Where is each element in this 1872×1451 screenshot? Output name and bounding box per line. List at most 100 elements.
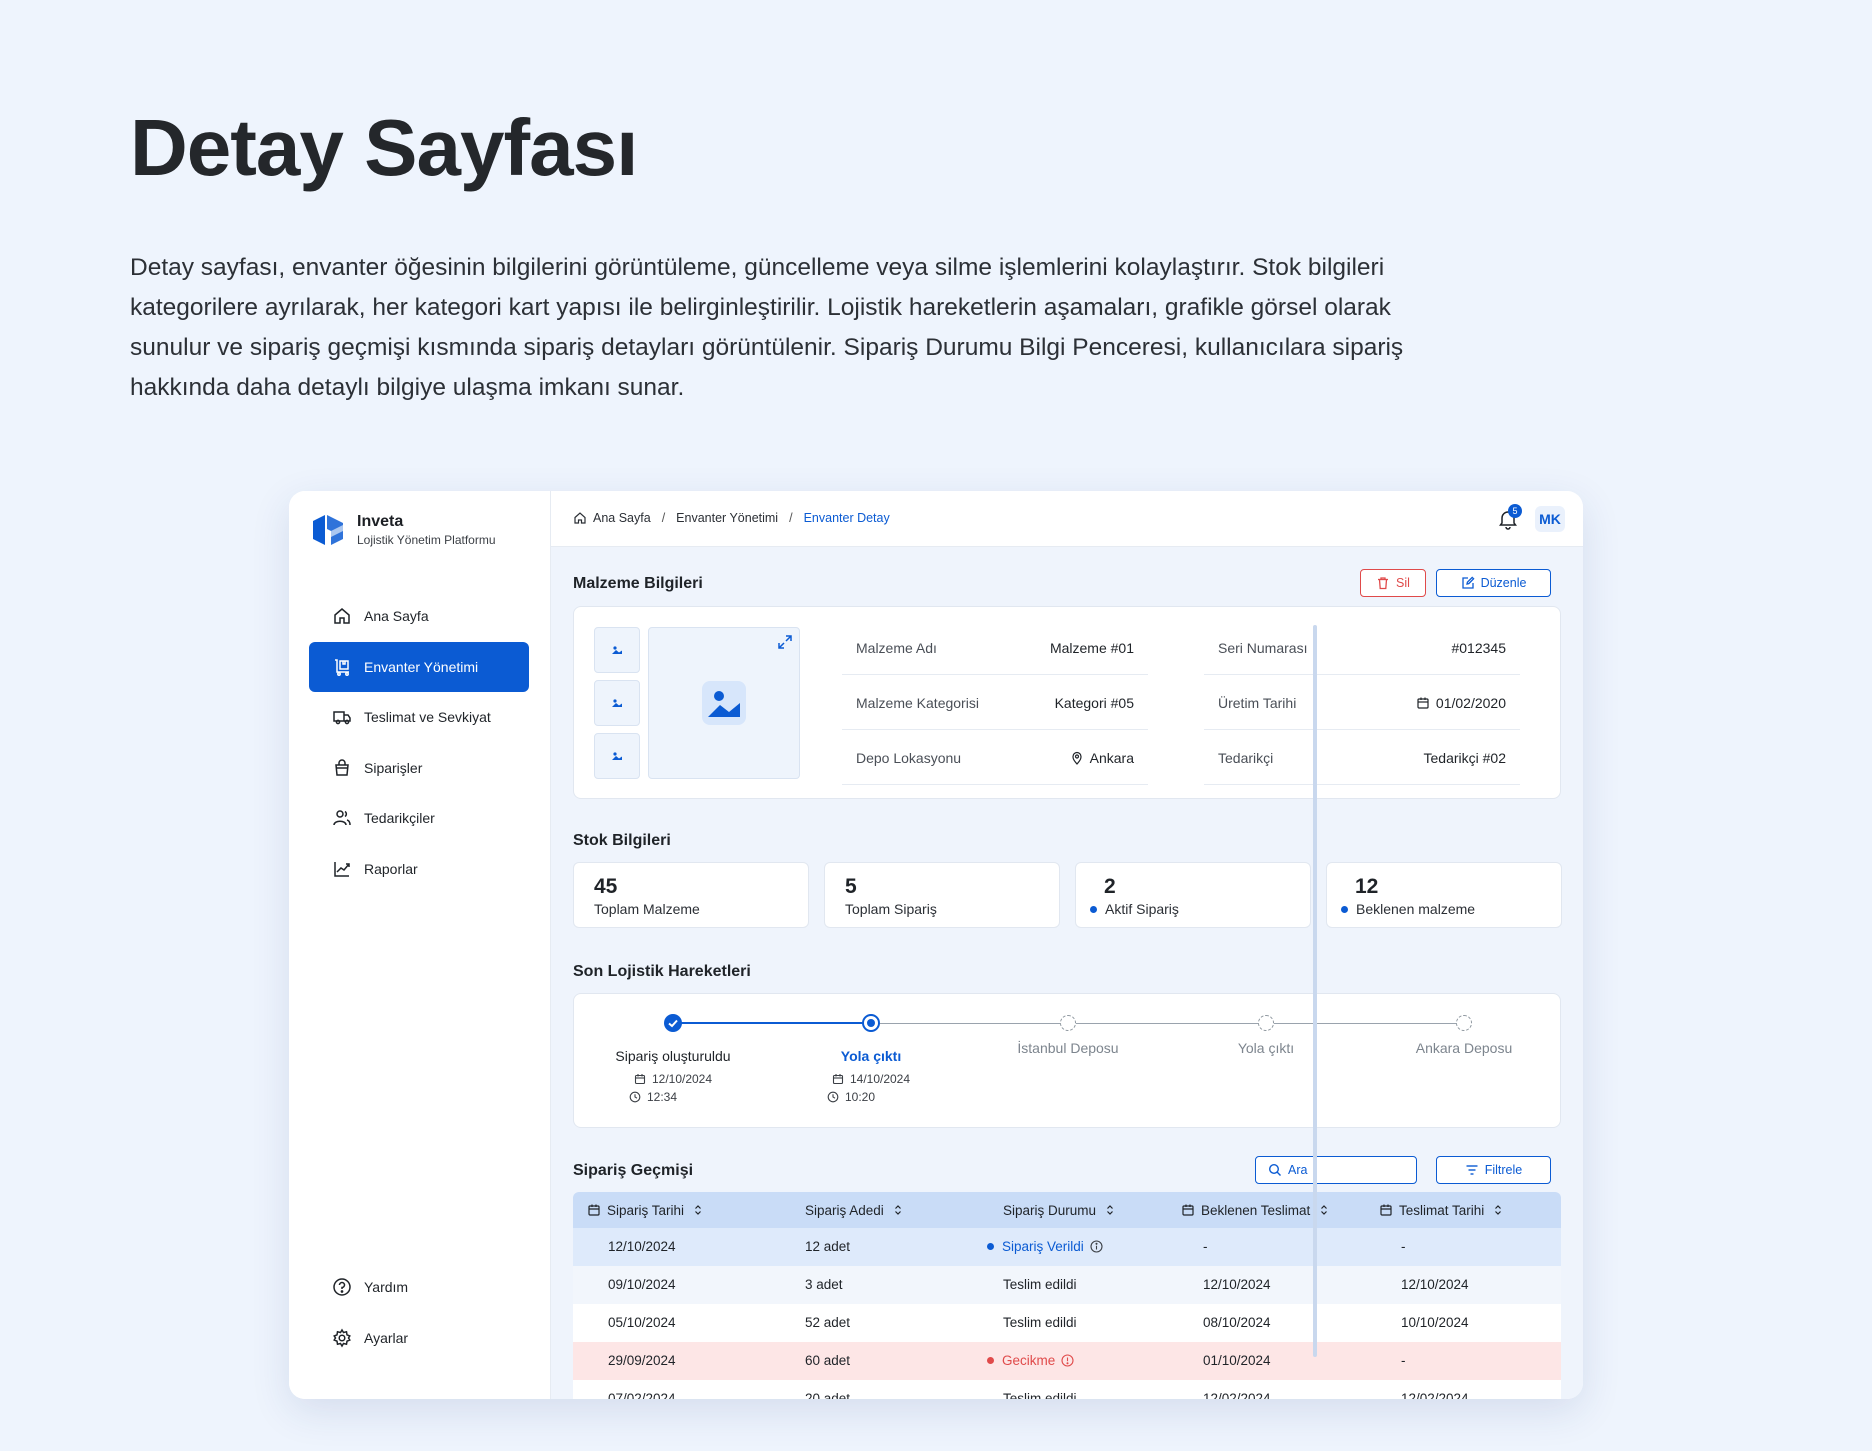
field-value-text: Malzeme #01	[1049, 639, 1134, 656]
thumbnail-1[interactable]	[594, 627, 640, 673]
breadcrumb-envanter-yonetimi[interactable]: Envanter Yönetimi	[676, 511, 778, 525]
scrollbar[interactable]	[1313, 625, 1317, 1357]
sidebar-item-yardim[interactable]: Yardım	[309, 1262, 529, 1312]
table-row[interactable]: 29/09/2024 60 adet Gecikme 01/10/2024 -	[573, 1342, 1561, 1380]
sidebar-item-raporlar[interactable]: Raporlar	[309, 844, 529, 894]
column-label: Sipariş Adedi	[805, 1202, 884, 1218]
table-row[interactable]: 09/10/2024 3 adet Teslim edildi 12/10/20…	[573, 1266, 1561, 1304]
thumbnail-3[interactable]	[594, 733, 640, 779]
brand-name: Inveta	[357, 513, 404, 530]
sort-icon	[1492, 1204, 1504, 1216]
chart-icon	[332, 859, 352, 879]
logistics-timeline: Sipariş oluşturuldu 12/10/2024 12:34 Yol…	[573, 993, 1561, 1128]
field-label: Tedarikçi	[1218, 749, 1274, 766]
cell-qty: 60 adet	[805, 1353, 851, 1368]
column-header-beklenen-teslimat[interactable]: Beklenen Teslimat	[1181, 1203, 1330, 1218]
field-value-text: Tedarikçi #02	[1423, 749, 1507, 766]
timeline-date: 14/10/2024	[781, 1072, 961, 1086]
calendar-icon	[1181, 1203, 1195, 1217]
timeline-label: İstanbul Deposu	[1017, 1040, 1119, 1056]
cell-qty: 12 adet	[805, 1239, 851, 1254]
check-icon	[668, 1019, 678, 1028]
sidebar-item-ana-sayfa[interactable]: Ana Sayfa	[309, 591, 529, 641]
logistics-section-title: Son Lojistik Hareketleri	[573, 963, 751, 980]
stat-label: Aktif Sipariş	[1090, 901, 1179, 917]
stat-label-text: Toplam Sipariş	[845, 901, 937, 917]
column-label: Sipariş Tarihi	[607, 1202, 685, 1218]
table-row[interactable]: 05/10/2024 52 adet Teslim edildi 08/10/2…	[573, 1304, 1561, 1342]
breadcrumb-envanter-detay: Envanter Detay	[803, 511, 890, 525]
status-text: Gecikme	[1002, 1353, 1056, 1368]
edit-icon	[1461, 576, 1475, 590]
cell-status: Sipariş Verildi	[987, 1239, 1103, 1254]
field-value-text: Kategori #05	[1054, 694, 1134, 711]
sidebar-item-label: Tedarikçiler	[364, 810, 435, 826]
image-icon	[612, 646, 622, 654]
timeline-segment-done	[673, 1022, 871, 1024]
field-label: Üretim Tarihi	[1218, 694, 1297, 711]
breadcrumb-ana-sayfa[interactable]: Ana Sayfa	[593, 511, 651, 525]
timeline-node-pending	[1060, 1015, 1076, 1031]
gear-icon	[332, 1328, 352, 1348]
breadcrumb-separator: /	[789, 511, 793, 525]
orders-table: Sipariş Tarihi Sipariş Adedi Sipariş Dur…	[573, 1192, 1561, 1399]
search-input[interactable]: Ara	[1255, 1156, 1417, 1184]
delete-button[interactable]: Sil	[1360, 569, 1426, 597]
clock-icon	[827, 1091, 839, 1103]
timeline-label: Yola çıktı	[1237, 1040, 1295, 1056]
inventory-icon	[332, 657, 352, 677]
sidebar-item-tedarikciler[interactable]: Tedarikçiler	[309, 793, 529, 843]
location-icon	[1070, 751, 1084, 765]
cell-order-date: 09/10/2024	[608, 1277, 676, 1292]
filter-button[interactable]: Filtrele	[1436, 1156, 1551, 1184]
search-placeholder: Ara	[1288, 1163, 1308, 1177]
field-uretim-tarihi: Üretim Tarihi 01/02/2020	[1204, 676, 1520, 730]
stat-label-text: Toplam Malzeme	[594, 901, 700, 917]
cell-status: Teslim edildi	[1003, 1277, 1077, 1292]
field-malzeme-kategorisi: Malzeme Kategorisi Kategori #05	[842, 676, 1148, 730]
thumbnail-2[interactable]	[594, 680, 640, 726]
image-icon	[612, 752, 622, 760]
column-header-siparis-adedi[interactable]: Sipariş Adedi	[805, 1203, 904, 1218]
field-depo-lokasyonu: Depo Lokasyonu Ankara	[842, 731, 1148, 785]
timeline-date-text: 14/10/2024	[849, 1072, 911, 1086]
main-image[interactable]	[648, 627, 800, 779]
sidebar-item-label: Teslimat ve Sevkiyat	[364, 709, 491, 725]
table-row[interactable]: 12/10/2024 12 adet Sipariş Verildi - -	[573, 1228, 1561, 1266]
edit-button[interactable]: Düzenle	[1436, 569, 1551, 597]
brand[interactable]: Inveta Lojistik Yönetim Platformu	[309, 511, 496, 549]
filter-label: Filtrele	[1484, 1163, 1523, 1177]
table-row[interactable]: 07/02/2024 20 adet Teslim edildi 12/02/2…	[573, 1380, 1561, 1399]
sidebar-item-teslimat[interactable]: Teslimat ve Sevkiyat	[309, 692, 529, 742]
warning-icon[interactable]	[1061, 1354, 1074, 1367]
home-icon	[574, 512, 586, 524]
sort-icon	[1318, 1204, 1330, 1216]
home-icon	[332, 606, 352, 626]
hero-description: Detay sayfası, envanter öğesinin bilgile…	[130, 254, 1404, 401]
help-icon	[332, 1277, 352, 1297]
cell-qty: 3 adet	[805, 1277, 843, 1292]
cell-expected: 01/10/2024	[1203, 1353, 1271, 1368]
timeline-label: Ankara Deposu	[1415, 1040, 1513, 1056]
field-label: Seri Numarası	[1218, 639, 1308, 656]
sidebar-item-label: Siparişler	[364, 759, 423, 776]
topbar: Ana Sayfa / Envanter Yönetimi / Envanter…	[551, 491, 1583, 547]
calendar-icon	[1416, 696, 1430, 710]
sidebar-item-ayarlar[interactable]: Ayarlar	[309, 1313, 529, 1363]
sidebar-item-envanter-yonetimi[interactable]: Envanter Yönetimi	[309, 641, 529, 692]
column-label: Teslimat Tarihi	[1399, 1202, 1485, 1218]
timeline-node-current	[862, 1014, 880, 1032]
field-value-text: #012345	[1451, 639, 1506, 656]
timeline-node-done	[664, 1014, 682, 1032]
column-header-siparis-durumu[interactable]: Sipariş Durumu	[1003, 1203, 1116, 1218]
expand-icon[interactable]	[777, 634, 793, 650]
timeline-time: 10:20	[761, 1090, 941, 1104]
column-header-siparis-tarihi[interactable]: Sipariş Tarihi	[587, 1203, 704, 1218]
stat-label: Toplam Sipariş	[845, 901, 937, 917]
avatar[interactable]: MK	[1535, 506, 1565, 532]
field-malzeme-adi: Malzeme Adı Malzeme #01	[842, 621, 1148, 675]
info-icon[interactable]	[1090, 1240, 1103, 1253]
cell-qty: 20 adet	[805, 1391, 851, 1399]
column-header-teslimat-tarihi[interactable]: Teslimat Tarihi	[1379, 1203, 1504, 1218]
sidebar-item-siparisler[interactable]: Siparişler	[309, 743, 529, 793]
